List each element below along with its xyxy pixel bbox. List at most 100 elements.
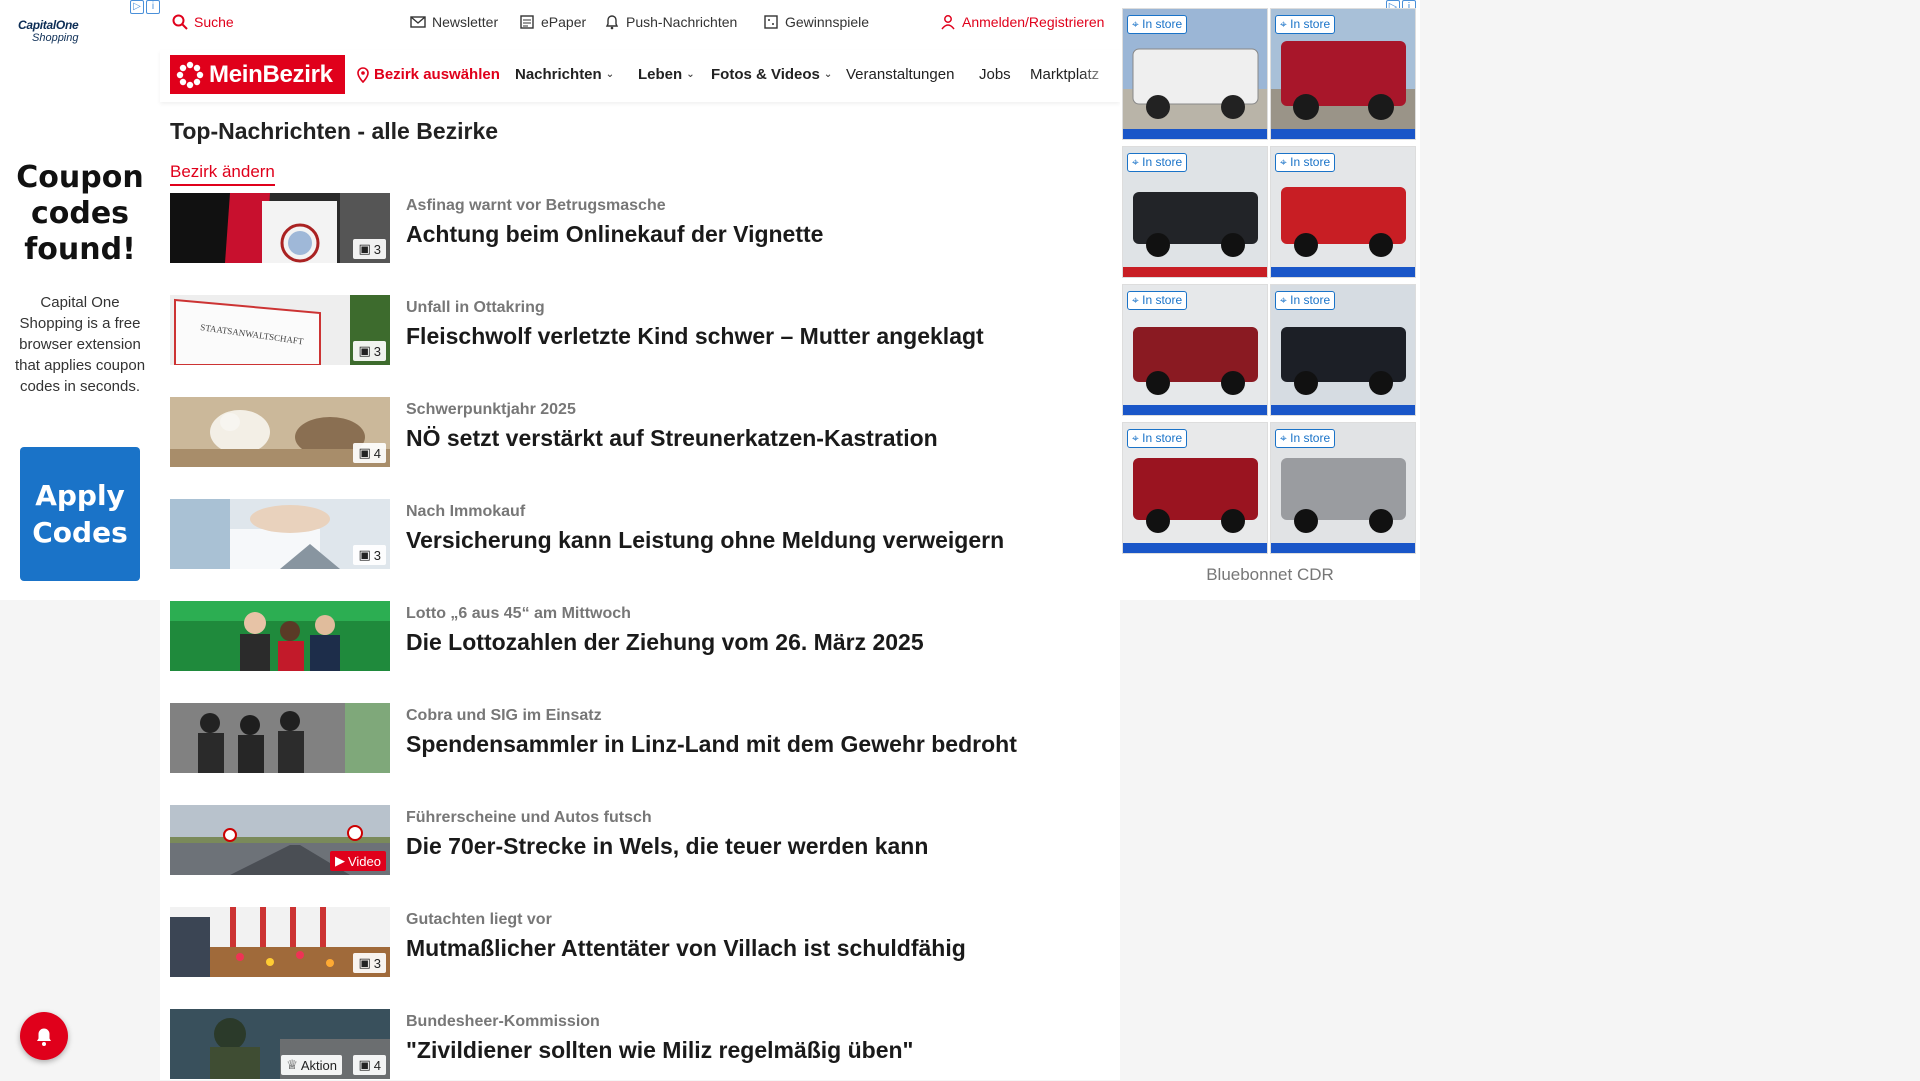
- badge-count: 4: [373, 1057, 381, 1073]
- truck-ad-tile[interactable]: ⌖ In store: [1122, 146, 1268, 278]
- gallery-count-badge: ▣ 4: [353, 1055, 386, 1075]
- nav-label: Jobs: [979, 66, 1011, 83]
- push-notifications-link[interactable]: Push-Nachrichten: [604, 14, 737, 30]
- epaper-link[interactable]: ePaper: [519, 14, 586, 30]
- nav-nachrichten[interactable]: Nachrichten ⌄: [515, 66, 614, 83]
- article-card[interactable]: ▣ 4 Schwerpunktjahr 2025 NÖ setzt verstär…: [170, 397, 1110, 469]
- gallery-count-badge: ▣ 3: [353, 239, 386, 259]
- badge-label: Aktion: [300, 1057, 337, 1073]
- dealer-strip: [1271, 267, 1415, 277]
- truck-ad-tile[interactable]: ⌖ In store: [1122, 284, 1268, 416]
- article-card[interactable]: ▶ Video Führerscheine und Autos futsch Di…: [170, 805, 1110, 877]
- nav-label: Fotos & Videos: [711, 66, 820, 83]
- in-store-tag: ⌖ In store: [1127, 291, 1188, 310]
- main-content: Suche Newsletter ePaper Push-Nachrichten…: [160, 0, 1120, 1080]
- article-kicker: Lotto „6 aus 45“ am Mittwoch: [406, 605, 631, 622]
- article-thumbnail[interactable]: STAATSANWALTSCHAFT ▣ 3: [170, 295, 390, 365]
- article-headline[interactable]: NÖ setzt verstärkt auf Streunerkatzen-Ka…: [406, 425, 938, 452]
- nav-leben[interactable]: Leben ⌄: [638, 66, 695, 83]
- epaper-label: ePaper: [541, 14, 587, 30]
- article-thumbnail[interactable]: ▣ 3: [170, 499, 390, 569]
- right-ad-banner[interactable]: ▷ i ⌖ In store ⌖ In store ⌖ In store ⌖ In…: [1120, 0, 1420, 600]
- left-ad-banner[interactable]: ▷ i CapitalOne Shopping Coupon codes foun…: [0, 0, 160, 600]
- tag-label: In store: [1290, 17, 1331, 31]
- nav-fotos-videos[interactable]: Fotos & Videos ⌄: [711, 66, 832, 83]
- badge-count: 3: [373, 955, 381, 971]
- ad-dealer-name[interactable]: Bluebonnet CDR: [1120, 565, 1420, 585]
- login-label: Anmelden/Registrieren: [962, 14, 1105, 30]
- image-icon: ▣: [358, 547, 371, 562]
- article-headline[interactable]: Mutmaßlicher Attentäter von Villach ist …: [406, 935, 966, 962]
- tag-label: In store: [1290, 431, 1331, 445]
- article-thumbnail[interactable]: ▣ 3: [170, 193, 390, 263]
- nav-jobs[interactable]: Jobs: [979, 66, 1011, 83]
- login-link[interactable]: Anmelden/Registrieren: [940, 14, 1104, 30]
- trophy-icon: ♕: [286, 1057, 298, 1072]
- article-thumbnail[interactable]: ▣ 4: [170, 397, 390, 467]
- meinbezirk-logo[interactable]: MeinBezirk: [170, 55, 345, 94]
- article-headline[interactable]: Achtung beim Onlinekauf der Vignette: [406, 221, 823, 248]
- push-label: Push-Nachrichten: [626, 14, 738, 30]
- bezirk-label: Bezirk auswählen: [374, 66, 500, 83]
- gallery-count-badge: ▣ 3: [353, 545, 386, 565]
- truck-ad-tile[interactable]: ⌖ In store: [1270, 146, 1416, 278]
- chevron-down-icon: ⌄: [605, 69, 615, 80]
- article-thumbnail[interactable]: ▶ Video: [170, 805, 390, 875]
- ad-body: Capital One Shopping is a free browser e…: [14, 294, 146, 395]
- change-bezirk-link[interactable]: Bezirk ändern: [170, 162, 275, 186]
- logo-text: MeinBezirk: [209, 60, 333, 88]
- article-card[interactable]: ▣ 3 Gutachten liegt vor Mutmaßlicher Atte…: [170, 907, 1110, 979]
- article-thumbnail[interactable]: ♕ Aktion ▣ 4: [170, 1009, 390, 1079]
- article-headline[interactable]: Spendensammler in Linz-Land mit dem Gewe…: [406, 731, 1017, 758]
- in-store-tag: ⌖ In store: [1275, 15, 1336, 34]
- bezirk-select-button[interactable]: Bezirk auswählen: [356, 66, 500, 83]
- badge-label: Video: [347, 853, 381, 869]
- bell-icon: [605, 15, 619, 30]
- badge-count: 3: [373, 241, 381, 257]
- dealer-strip: [1123, 129, 1267, 139]
- article-kicker: Unfall in Ottakring: [406, 299, 545, 316]
- pin-icon: ⌖: [1280, 155, 1287, 169]
- tag-label: In store: [1142, 431, 1183, 445]
- truck-ad-tile[interactable]: ⌖ In store: [1270, 8, 1416, 140]
- article-headline[interactable]: Die 70er-Strecke in Wels, die teuer werd…: [406, 833, 928, 860]
- gewinnspiele-label: Gewinnspiele: [785, 14, 870, 30]
- nav-veranstaltungen[interactable]: Veranstaltungen: [846, 66, 954, 83]
- article-card[interactable]: ▣ 3 Nach Immokauf Versicherung kann Leist…: [170, 499, 1110, 571]
- pin-icon: ⌖: [1132, 293, 1139, 307]
- page-title: Top-Nachrichten - alle Bezirke: [170, 118, 499, 144]
- article-thumbnail[interactable]: [170, 703, 390, 773]
- play-icon: ▶: [334, 853, 345, 868]
- article-headline[interactable]: "Zivildiener sollten wie Miliz regelmäßi…: [406, 1037, 913, 1064]
- image-icon: ▣: [358, 955, 371, 970]
- article-card[interactable]: STAATSANWALTSCHAFT ▣ 3 Unfall in Ottakrin…: [170, 295, 1110, 367]
- truck-ad-tile[interactable]: ⌖ In store: [1122, 8, 1268, 140]
- flower-logo-icon: [176, 61, 204, 88]
- newsletter-link[interactable]: Newsletter: [410, 14, 498, 30]
- image-icon: ▣: [358, 343, 371, 358]
- truck-ad-tile[interactable]: ⌖ In store: [1270, 422, 1416, 554]
- tag-label: In store: [1290, 293, 1331, 307]
- article-headline[interactable]: Fleischwolf verletzte Kind schwer – Mutt…: [406, 323, 984, 350]
- truck-ad-tile[interactable]: ⌖ In store: [1270, 284, 1416, 416]
- article-kicker: Nach Immokauf: [406, 503, 526, 520]
- search-label: Suche: [194, 14, 234, 30]
- apply-codes-button[interactable]: Apply Codes: [20, 447, 140, 581]
- article-headline[interactable]: Versicherung kann Leistung ohne Meldung …: [406, 527, 1004, 554]
- article-card[interactable]: Cobra und SIG im Einsatz Spendensammler …: [170, 703, 1110, 775]
- lotto-presenters-image: [170, 601, 390, 671]
- article-card[interactable]: ♕ Aktion ▣ 4 Bundesheer-Kommission "Zivild…: [170, 1009, 1110, 1081]
- capital-one-logo: CapitalOne Shopping: [18, 18, 110, 44]
- article-card[interactable]: ▣ 3 Asfinag warnt vor Betrugsmasche Achtu…: [170, 193, 1110, 265]
- notification-bell-button[interactable]: [20, 1012, 68, 1060]
- search-link[interactable]: Suche: [172, 14, 234, 30]
- gewinnspiele-link[interactable]: Gewinnspiele: [763, 14, 869, 30]
- ad-choices-icon[interactable]: ▷ i: [130, 0, 160, 14]
- article-thumbnail[interactable]: ▣ 3: [170, 907, 390, 977]
- article-headline[interactable]: Die Lottozahlen der Ziehung vom 26. März…: [406, 629, 924, 656]
- truck-ad-tile[interactable]: ⌖ In store: [1122, 422, 1268, 554]
- article-thumbnail[interactable]: [170, 601, 390, 671]
- tag-label: In store: [1142, 17, 1183, 31]
- article-card[interactable]: Lotto „6 aus 45“ am Mittwoch Die Lottoza…: [170, 601, 1110, 673]
- newsletter-label: Newsletter: [432, 14, 499, 30]
